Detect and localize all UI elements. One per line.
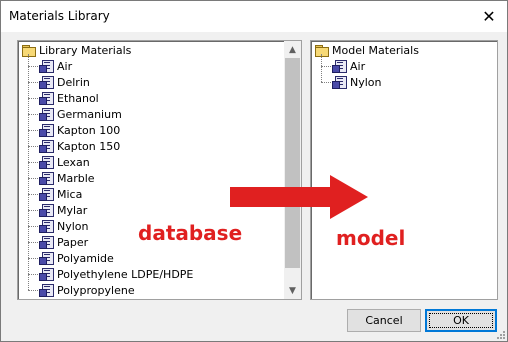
tree-item-material[interactable]: Mylar: [38, 202, 87, 218]
tree-item-label: Air: [57, 59, 73, 73]
tree-connector-line: [28, 290, 38, 291]
model-materials-tree[interactable]: Model Materials Air Nylon: [310, 40, 498, 300]
tree-connector-line: [28, 178, 38, 179]
tree-item-material[interactable]: Nylon: [331, 74, 382, 90]
tree-item-material[interactable]: Kapton 100: [38, 122, 120, 138]
tree-item-label: Nylon: [57, 219, 89, 233]
tree-item-material[interactable]: Delrin: [38, 74, 90, 90]
material-icon: [38, 75, 54, 89]
tree-connector-line: [28, 114, 38, 115]
tree-connector-line: [28, 54, 29, 290]
material-icon: [38, 219, 54, 233]
material-icon: [331, 59, 347, 73]
tree-item-label: Nylon: [350, 75, 382, 89]
cancel-button-label: Cancel: [365, 314, 403, 327]
tree-item-material[interactable]: Polyethylene LDPE/HDPE: [38, 266, 193, 282]
scroll-up-arrow-icon[interactable]: ▲: [284, 41, 301, 58]
tree-item-material[interactable]: Lexan: [38, 154, 90, 170]
tree-item-label: Germanium: [57, 107, 122, 121]
tree-item-material[interactable]: Polypropylene: [38, 282, 135, 298]
tree-item-material[interactable]: Mica: [38, 186, 82, 202]
tree-item-material[interactable]: Germanium: [38, 106, 122, 122]
tree-connector-line: [28, 162, 38, 163]
resize-grip-icon[interactable]: [495, 329, 505, 339]
tree-connector-line: [28, 98, 38, 99]
tree-item-material[interactable]: Air: [38, 58, 72, 74]
material-icon: [331, 75, 347, 89]
tree-item-material[interactable]: Ethanol: [38, 90, 99, 106]
tree-connector-line: [28, 210, 38, 211]
model-annotation: model: [336, 226, 406, 250]
title-bar: Materials Library ✕: [1, 1, 507, 32]
library-materials-tree[interactable]: Library Materials Air Delrin Ethanol German…: [17, 40, 302, 300]
tree-item-material[interactable]: Kapton 150: [38, 138, 120, 154]
material-icon: [38, 187, 54, 201]
tree-root-label: Library Materials: [39, 43, 132, 57]
tree-item-label: Polyamide: [57, 251, 114, 265]
tree-connector-line: [321, 54, 322, 82]
tree-root-model[interactable]: Model Materials: [315, 42, 419, 58]
tree-connector-line: [28, 194, 38, 195]
material-icon: [38, 139, 54, 153]
material-icon: [38, 123, 54, 137]
scroll-down-arrow-icon[interactable]: ▼: [284, 282, 301, 299]
tree-connector-line: [28, 130, 38, 131]
tree-item-label: Polypropylene: [57, 283, 135, 297]
tree-root-label: Model Materials: [332, 43, 419, 57]
tree-item-label: Air: [350, 59, 366, 73]
material-icon: [38, 283, 54, 297]
tree-item-material[interactable]: Polyamide: [38, 250, 114, 266]
material-icon: [38, 171, 54, 185]
material-icon: [38, 59, 54, 73]
tree-item-label: Ethanol: [57, 91, 99, 105]
material-icon: [38, 251, 54, 265]
database-annotation: database: [138, 221, 243, 245]
tree-connector-line: [28, 274, 38, 275]
tree-item-material[interactable]: Nylon: [38, 218, 89, 234]
tree-item-label: Mylar: [57, 203, 88, 217]
tree-item-label: Mica: [57, 187, 83, 201]
tree-item-material[interactable]: Air: [331, 58, 365, 74]
tree-item-label: Polyethylene LDPE/HDPE: [57, 267, 194, 281]
right-arrow-icon: [230, 175, 368, 219]
tree-item-material[interactable]: Marble: [38, 170, 95, 186]
tree-root-library[interactable]: Library Materials: [22, 42, 131, 58]
tree-connector-line: [28, 66, 38, 67]
model-tree-content: Model Materials Air Nylon: [311, 41, 497, 299]
tree-connector-line: [28, 242, 38, 243]
material-icon: [38, 235, 54, 249]
material-icon: [38, 267, 54, 281]
tree-item-material[interactable]: Paper: [38, 234, 88, 250]
tree-connector-line: [28, 82, 38, 83]
material-icon: [38, 107, 54, 121]
ok-button[interactable]: OK: [425, 309, 497, 332]
dialog-title: Materials Library: [9, 9, 110, 23]
scroll-thumb[interactable]: [285, 58, 300, 268]
tree-connector-line: [28, 146, 38, 147]
library-scrollbar[interactable]: ▲ ▼: [284, 41, 301, 299]
close-icon[interactable]: ✕: [471, 1, 507, 32]
materials-library-dialog: Materials Library ✕ Library Materials Ai…: [0, 0, 508, 342]
tree-connector-line: [28, 258, 38, 259]
library-tree-content: Library Materials Air Delrin Ethanol German…: [18, 41, 301, 299]
cancel-button[interactable]: Cancel: [347, 309, 421, 332]
tree-connector-line: [321, 66, 331, 67]
tree-item-label: Kapton 150: [57, 139, 121, 153]
folder-icon: [22, 44, 36, 57]
tree-item-label: Marble: [57, 171, 95, 185]
tree-item-label: Lexan: [57, 155, 90, 169]
focus-rectangle: [429, 313, 493, 328]
tree-connector-line: [28, 226, 38, 227]
folder-icon: [315, 44, 329, 57]
tree-item-label: Paper: [57, 235, 89, 249]
material-icon: [38, 203, 54, 217]
tree-item-label: Kapton 100: [57, 123, 121, 137]
tree-item-label: Delrin: [57, 75, 90, 89]
material-icon: [38, 155, 54, 169]
material-icon: [38, 91, 54, 105]
tree-connector-line: [321, 82, 331, 83]
